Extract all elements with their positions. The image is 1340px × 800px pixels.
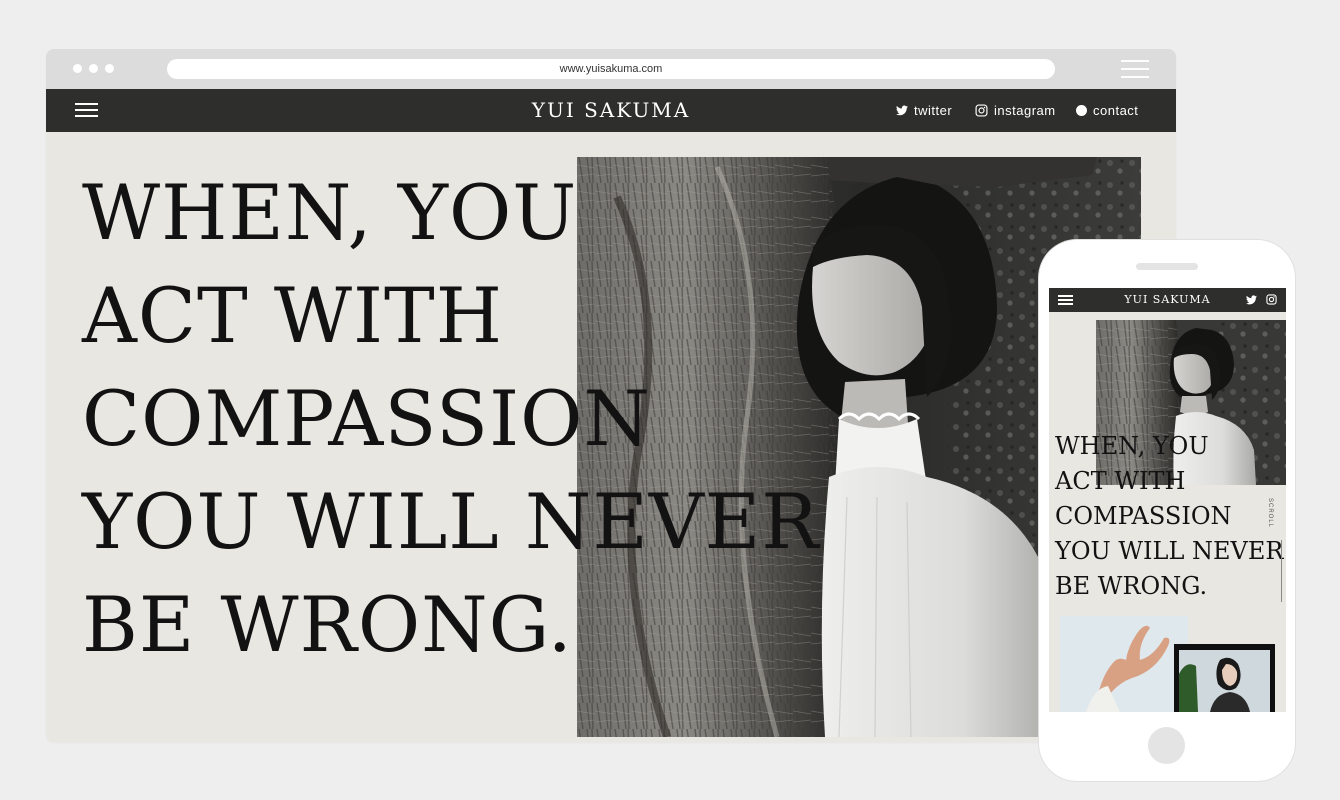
hero-quote-line: ACT WITH [82, 271, 503, 360]
contact-dot-icon [1076, 105, 1087, 116]
hero-quote-line: BE WRONG. [82, 580, 573, 669]
phone-mockup: YUI SAKUMA WHEN, YOU ACT WITH COMPASSION… [1039, 240, 1295, 781]
mobile-video-thumbnail[interactable] [1174, 644, 1275, 712]
scroll-indicator[interactable]: SCROLL [1267, 498, 1286, 608]
site-header: YUI SAKUMA twitter instagram contact [46, 89, 1176, 132]
window-dot-icon[interactable] [89, 64, 98, 73]
mobile-quote-line: ACT WITH [1055, 467, 1186, 495]
hero-quote: WHEN, YOU ACT WITH COMPASSION YOU WILL N… [82, 161, 819, 676]
twitter-icon[interactable] [1246, 295, 1257, 305]
hero-quote-line: WHEN, YOU [82, 168, 578, 257]
mobile-quote-line: BE WRONG. [1055, 572, 1208, 600]
address-bar[interactable]: www.yuisakuma.com [167, 59, 1055, 79]
phone-speaker [1136, 263, 1198, 270]
mobile-hands-photo [1060, 616, 1188, 712]
phone-home-button[interactable] [1148, 727, 1185, 764]
browser-chrome: www.yuisakuma.com [46, 49, 1176, 89]
mobile-quote-line: WHEN, YOU [1055, 432, 1209, 460]
mobile-header: YUI SAKUMA [1049, 288, 1286, 312]
hero-quote-line: COMPASSION [82, 374, 651, 463]
nav-instagram-link[interactable]: instagram [975, 89, 1056, 132]
instagram-icon[interactable] [1266, 294, 1277, 305]
nav-instagram-label: instagram [994, 103, 1056, 118]
nav-twitter-link[interactable]: twitter [896, 89, 952, 132]
mobile-hero-quote: WHEN, YOU ACT WITH COMPASSION YOU WILL N… [1055, 429, 1283, 604]
browser-menu-icon[interactable] [1121, 60, 1149, 78]
window-dot-icon[interactable] [73, 64, 82, 73]
twitter-icon [896, 105, 908, 116]
instagram-icon [975, 104, 988, 117]
nav-contact-label: contact [1093, 103, 1139, 118]
mobile-quote-line: COMPASSION [1055, 502, 1232, 530]
nav-contact-link[interactable]: contact [1076, 89, 1138, 132]
hero-quote-line: YOU WILL NEVER [82, 477, 820, 566]
mobile-quote-line: YOU WILL NEVER [1055, 537, 1284, 565]
scroll-label: SCROLL [1267, 498, 1273, 529]
browser-window: www.yuisakuma.com YUI SAKUMA twitter ins… [46, 49, 1176, 742]
phone-screen: YUI SAKUMA WHEN, YOU ACT WITH COMPASSION… [1049, 288, 1286, 712]
nav-twitter-label: twitter [914, 103, 953, 118]
window-dot-icon[interactable] [105, 64, 114, 73]
scroll-line [1281, 540, 1282, 602]
